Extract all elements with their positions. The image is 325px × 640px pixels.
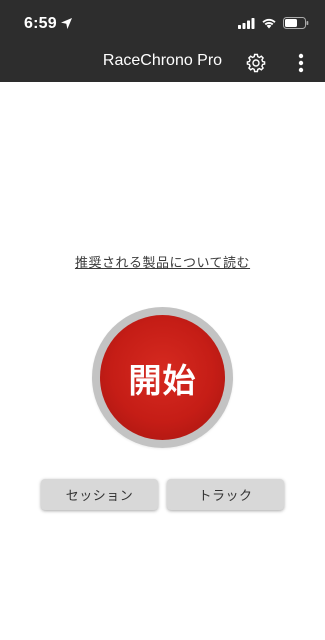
start-button-face: 開始 <box>100 315 225 440</box>
start-label: 開始 <box>128 361 197 399</box>
signal-icon <box>238 17 255 29</box>
wifi-icon <box>262 18 276 29</box>
battery-icon <box>283 17 309 29</box>
recommended-products-link[interactable]: 推奨される製品について読む <box>0 252 325 271</box>
more-vertical-icon <box>298 53 304 73</box>
location-arrow-icon <box>61 18 72 29</box>
app-bar: RaceChrono Pro <box>0 44 325 82</box>
settings-button[interactable] <box>245 52 267 74</box>
track-button[interactable]: トラック <box>167 479 284 510</box>
start-button[interactable]: 開始 <box>92 307 233 448</box>
settings-icon <box>246 53 266 73</box>
app-title: RaceChrono Pro <box>102 52 223 69</box>
session-button[interactable]: セッション <box>41 479 158 510</box>
status-icons <box>238 15 309 31</box>
status-bar: 6:59 <box>0 0 325 44</box>
more-options-button[interactable] <box>292 51 310 75</box>
status-time: 6:59 <box>24 15 57 32</box>
